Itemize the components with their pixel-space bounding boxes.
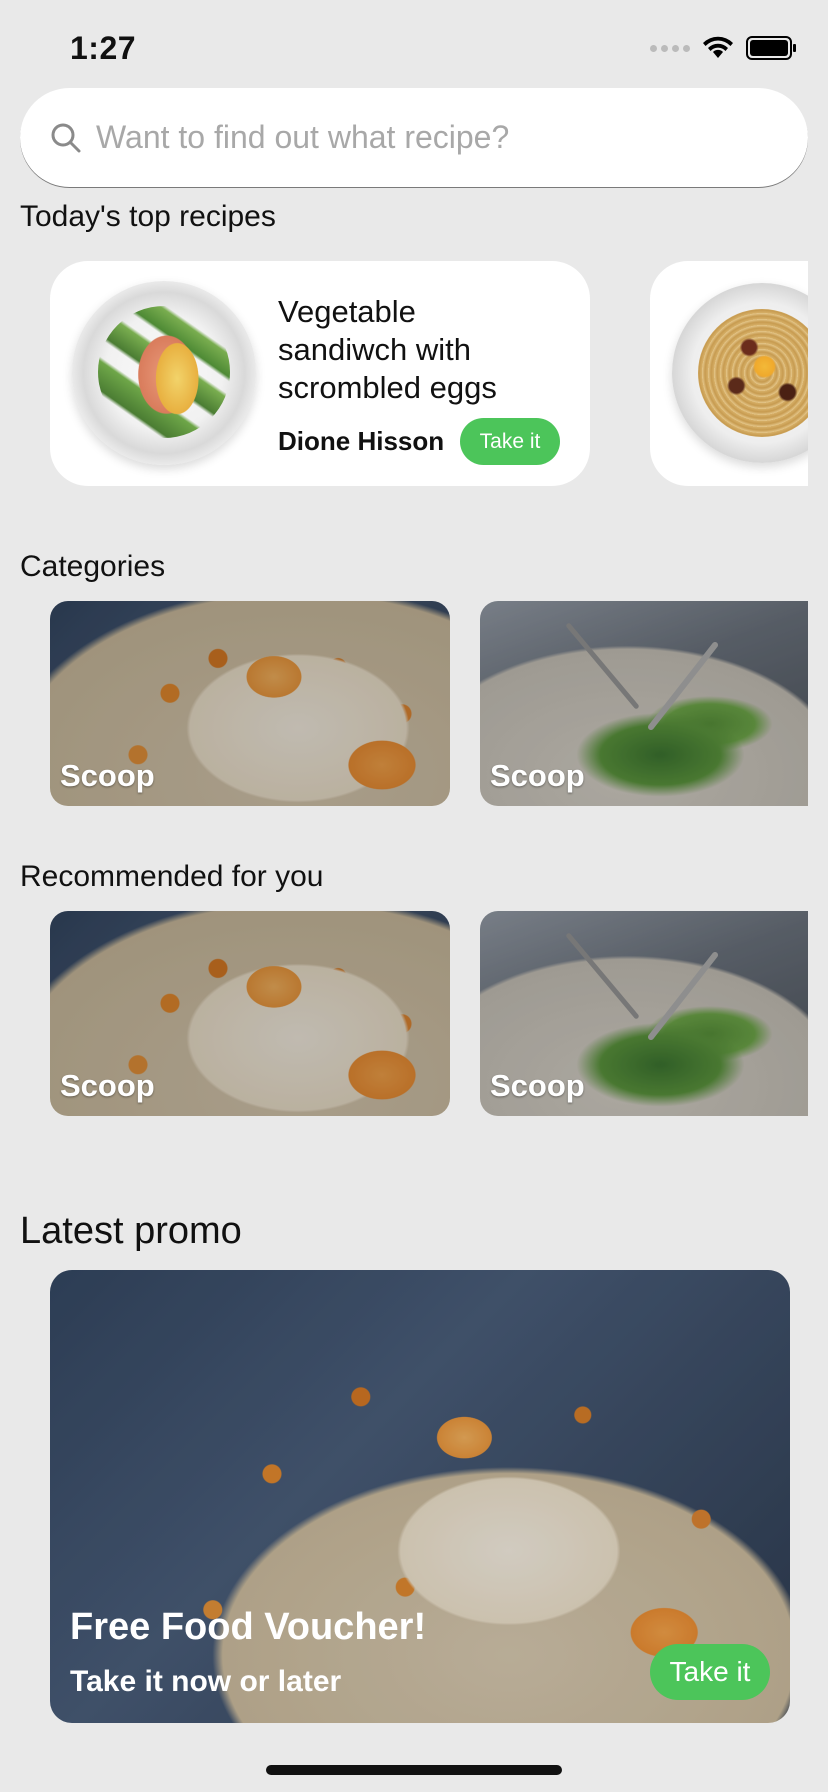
recipe-card[interactable]: Vegetable sandiwch with scrombled eggs D… — [50, 261, 590, 486]
promo-headline: Free Food Voucher! — [70, 1606, 427, 1648]
card-clip — [808, 261, 828, 486]
take-it-button[interactable]: Take it — [460, 418, 560, 465]
section-title-promo: Latest promo — [20, 1210, 242, 1252]
promo-card[interactable]: Free Food Voucher! Take it now or later … — [50, 1270, 790, 1723]
recipe-author: Dione Hisson — [278, 426, 445, 456]
category-label: Scoop — [60, 758, 155, 793]
recipe-card-partial[interactable] — [650, 261, 828, 486]
recommended-label: Scoop — [490, 1068, 585, 1103]
recommended-label: Scoop — [60, 1068, 155, 1103]
recommended-card[interactable]: Scoop — [50, 911, 450, 1116]
category-card[interactable]: Scoop — [50, 601, 450, 806]
search-bar[interactable] — [20, 88, 808, 187]
promo-take-it-button[interactable]: Take it — [650, 1644, 770, 1700]
search-icon — [51, 123, 81, 152]
home-indicator[interactable] — [266, 1765, 562, 1775]
category-card[interactable]: Scoop — [480, 601, 808, 806]
status-icons — [650, 36, 798, 60]
search-input[interactable] — [96, 119, 776, 156]
recipe-food-image — [698, 309, 826, 437]
recipe-title: Vegetable sandiwch with scrombled eggs — [278, 294, 497, 405]
wifi-icon — [703, 36, 733, 58]
status-time: 1:27 — [70, 30, 137, 66]
section-title-recommended: Recommended for you — [20, 860, 324, 893]
signal-dots-icon — [650, 44, 690, 52]
recommended-card[interactable]: Scoop — [480, 911, 808, 1116]
promo-subtitle: Take it now or later — [70, 1665, 342, 1698]
category-label: Scoop — [490, 758, 585, 793]
section-title-top-recipes: Today's top recipes — [20, 200, 276, 233]
section-title-categories: Categories — [20, 550, 166, 583]
battery-icon — [746, 36, 796, 60]
recipe-food-image — [98, 306, 230, 438]
